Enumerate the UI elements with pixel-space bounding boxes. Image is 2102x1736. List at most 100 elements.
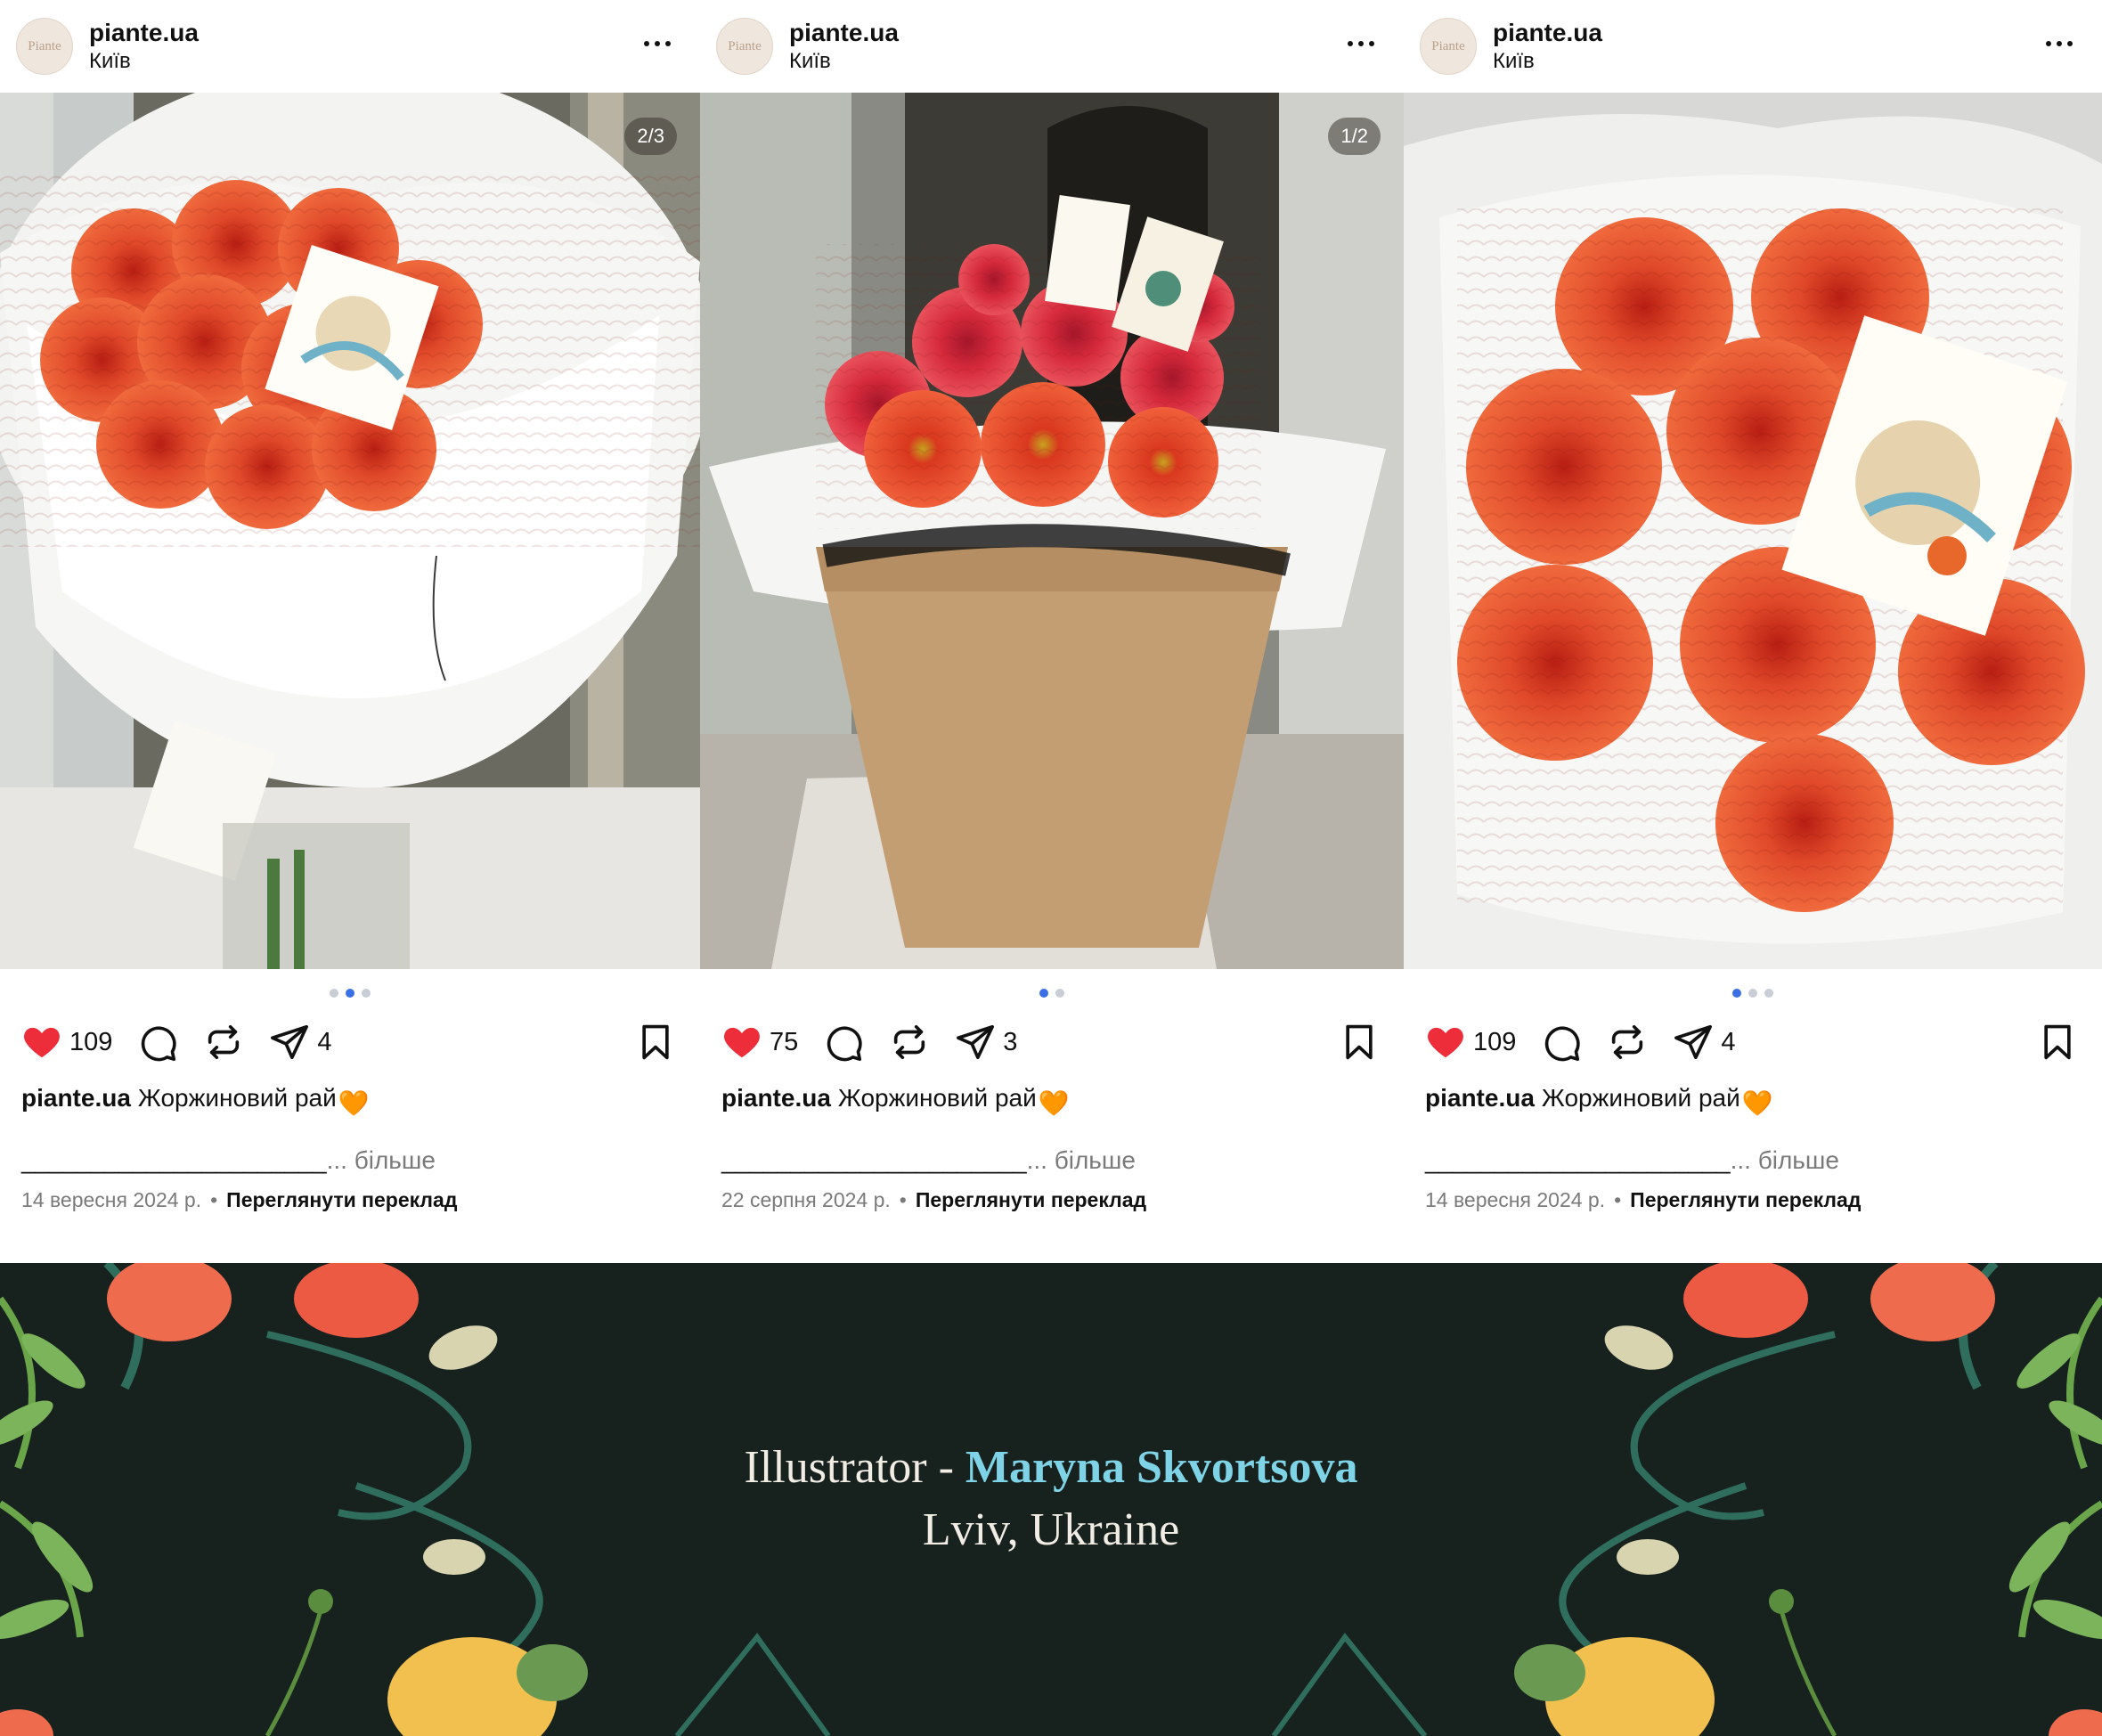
carousel-indicator bbox=[700, 989, 1404, 998]
orange-heart-emoji: 🧡 bbox=[338, 1089, 370, 1117]
repost-button[interactable] bbox=[203, 1022, 244, 1063]
share-button[interactable]: 4 bbox=[1673, 1022, 1736, 1063]
carousel-dot bbox=[362, 989, 371, 998]
credit-prefix: Illustrator - bbox=[744, 1442, 965, 1493]
post-meta: 14 вересня 2024 р. • Переглянути переклад bbox=[21, 1186, 457, 1213]
comment-icon bbox=[827, 1026, 862, 1062]
see-translation-link[interactable]: Переглянути переклад bbox=[1630, 1188, 1861, 1211]
repost-button[interactable] bbox=[1607, 1022, 1648, 1063]
save-button[interactable] bbox=[636, 1022, 675, 1063]
see-translation-link[interactable]: Переглянути переклад bbox=[226, 1188, 457, 1211]
save-button[interactable] bbox=[1340, 1022, 1379, 1063]
share-icon bbox=[1674, 1024, 1713, 1060]
orange-heart-emoji: 🧡 bbox=[1038, 1089, 1070, 1117]
bouquet-image bbox=[0, 93, 700, 969]
post-date: 14 вересня 2024 р. bbox=[1425, 1188, 1606, 1211]
post-caption: piante.ua Жоржиновий рай🧡 bbox=[721, 1083, 1070, 1117]
caption-username[interactable]: piante.ua bbox=[721, 1084, 831, 1112]
share-icon bbox=[271, 1024, 309, 1060]
post-meta: 14 вересня 2024 р. • Переглянути переклад bbox=[1425, 1186, 1861, 1213]
see-translation-link[interactable]: Переглянути переклад bbox=[916, 1188, 1146, 1211]
post-header: Piante piante.ua Київ bbox=[0, 0, 700, 93]
username-link[interactable]: piante.ua bbox=[89, 18, 199, 48]
caption-username[interactable]: piante.ua bbox=[21, 1084, 131, 1112]
meta-separator: • bbox=[899, 1188, 907, 1211]
share-count: 4 bbox=[317, 1027, 332, 1056]
post-date: 14 вересня 2024 р. bbox=[21, 1188, 202, 1211]
share-button[interactable]: 4 bbox=[269, 1022, 332, 1063]
post-photo[interactable] bbox=[700, 93, 1404, 969]
more-link[interactable]: ... більше bbox=[327, 1146, 436, 1174]
bookmark-icon bbox=[2044, 1024, 2071, 1060]
carousel-indicator bbox=[0, 989, 700, 998]
illustrator-credit-banner: Illustrator - Maryna Skvortsova Lviv, Uk… bbox=[0, 1263, 2102, 1736]
like-count: 109 bbox=[1473, 1027, 1517, 1056]
location-link[interactable]: Київ bbox=[89, 48, 199, 75]
post-caption: piante.ua Жоржиновий рай🧡 bbox=[1425, 1083, 1773, 1117]
location-link[interactable]: Київ bbox=[789, 48, 899, 75]
caption-underline: ______________________ bbox=[1425, 1146, 1731, 1174]
credit-text: Illustrator - Maryna Skvortsova Lviv, Uk… bbox=[0, 1263, 2102, 1736]
carousel-indicator bbox=[1404, 989, 2102, 998]
repost-icon bbox=[1612, 1024, 1643, 1060]
carousel-dot-active bbox=[346, 989, 354, 998]
like-button[interactable]: 109 bbox=[1425, 1022, 1516, 1063]
username-link[interactable]: piante.ua bbox=[789, 18, 899, 48]
caption-underline: ______________________ bbox=[21, 1146, 327, 1174]
username-link[interactable]: piante.ua bbox=[1493, 18, 1602, 48]
action-bar: 109 4 bbox=[1425, 1020, 2081, 1064]
post-photo[interactable] bbox=[1404, 93, 2102, 969]
post-photo[interactable] bbox=[0, 93, 700, 969]
caption-username[interactable]: piante.ua bbox=[1425, 1084, 1535, 1112]
credit-line: Illustrator - Maryna Skvortsova bbox=[0, 1441, 2102, 1494]
heart-icon bbox=[724, 1027, 760, 1058]
more-options-button[interactable] bbox=[2040, 30, 2079, 57]
carousel-dot bbox=[330, 989, 338, 998]
illustrator-name: Maryna Skvortsova bbox=[965, 1442, 1358, 1493]
image-counter: 2/3 bbox=[624, 118, 677, 155]
caption-more[interactable]: ______________________... більше bbox=[721, 1145, 1136, 1176]
more-link[interactable]: ... більше bbox=[1731, 1146, 1839, 1174]
more-link[interactable]: ... більше bbox=[1027, 1146, 1136, 1174]
share-count: 4 bbox=[1721, 1027, 1736, 1056]
more-options-button[interactable] bbox=[638, 30, 677, 57]
heart-icon bbox=[1428, 1027, 1463, 1058]
orange-heart-emoji: 🧡 bbox=[1741, 1089, 1773, 1117]
post-author: piante.ua Київ bbox=[789, 18, 899, 75]
carousel-dot bbox=[1748, 989, 1757, 998]
repost-button[interactable] bbox=[889, 1022, 930, 1063]
carousel-dot bbox=[1055, 989, 1064, 998]
meta-separator: • bbox=[1614, 1188, 1622, 1211]
avatar[interactable]: Piante bbox=[1420, 18, 1477, 75]
comment-button[interactable] bbox=[137, 1022, 178, 1063]
avatar[interactable]: Piante bbox=[716, 18, 773, 75]
save-button[interactable] bbox=[2038, 1022, 2077, 1063]
more-options-button[interactable] bbox=[1341, 30, 1381, 57]
post-date: 22 серпня 2024 р. bbox=[721, 1188, 891, 1211]
bouquet-closeup-image bbox=[1404, 93, 2102, 969]
post-header: Piante piante.ua Київ bbox=[700, 0, 1404, 93]
post-caption: piante.ua Жоржиновий рай🧡 bbox=[21, 1083, 370, 1117]
post-card: Piante piante.ua Київ bbox=[700, 0, 1404, 1263]
comment-icon bbox=[142, 1026, 177, 1062]
caption-text: Жоржиновий рай bbox=[837, 1084, 1037, 1112]
action-bar: 75 3 bbox=[721, 1020, 1382, 1064]
comment-button[interactable] bbox=[1541, 1022, 1582, 1063]
comment-icon bbox=[1545, 1026, 1581, 1062]
caption-text: Жоржиновий рай bbox=[137, 1084, 337, 1112]
post-meta: 22 серпня 2024 р. • Переглянути переклад bbox=[721, 1186, 1146, 1213]
post-author: piante.ua Київ bbox=[89, 18, 199, 75]
caption-more[interactable]: ______________________... більше bbox=[21, 1145, 436, 1176]
bookmark-icon bbox=[1346, 1024, 1373, 1060]
post-card: Piante piante.ua Київ bbox=[0, 0, 700, 1263]
image-counter: 1/2 bbox=[1328, 118, 1381, 155]
posts-feed: Piante piante.ua Київ 2/3 109 4 piante.u… bbox=[0, 0, 2102, 1263]
bookmark-icon bbox=[642, 1024, 669, 1060]
share-button[interactable]: 3 bbox=[955, 1022, 1017, 1063]
like-button[interactable]: 109 bbox=[21, 1022, 112, 1063]
comment-button[interactable] bbox=[823, 1022, 864, 1063]
like-button[interactable]: 75 bbox=[721, 1022, 798, 1063]
location-link[interactable]: Київ bbox=[1493, 48, 1602, 75]
caption-more[interactable]: ______________________... більше bbox=[1425, 1145, 1839, 1176]
avatar[interactable]: Piante bbox=[16, 18, 73, 75]
